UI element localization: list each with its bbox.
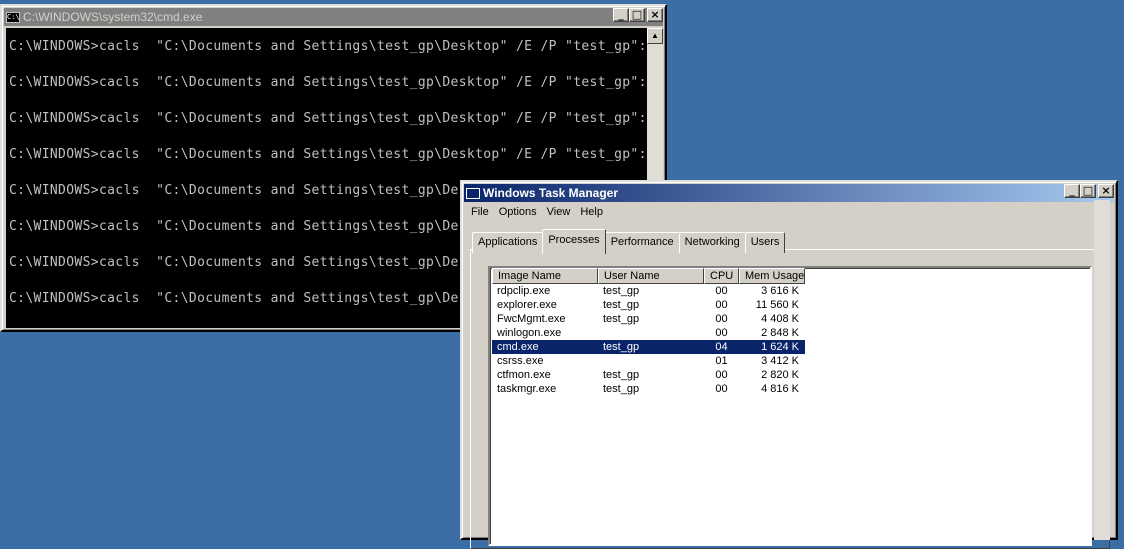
process-cpu: 00 xyxy=(715,313,728,325)
table-row[interactable]: rdpclip.exe test_gp 00 3 616 K xyxy=(492,284,805,298)
process-mem-usage: 2 820 K xyxy=(761,369,799,381)
tab-processes[interactable]: Processes xyxy=(542,229,606,254)
console-line: C:\WINDOWS>cacls "C:\Documents and Setti… xyxy=(9,219,476,234)
menu-file[interactable]: File xyxy=(466,205,494,223)
process-mem-usage: 3 412 K xyxy=(761,355,799,367)
tab-performance[interactable]: Performance xyxy=(604,232,680,253)
tab-applications[interactable]: Applications xyxy=(472,232,544,253)
table-row[interactable]: taskmgr.exe test_gp 00 4 816 K xyxy=(492,382,805,396)
cmd-titlebar[interactable]: C:\ C:\WINDOWS\system32\cmd.exe xyxy=(4,8,663,26)
process-user-name: test_gp xyxy=(603,369,640,381)
cmd-title: C:\WINDOWS\system32\cmd.exe xyxy=(23,10,203,24)
process-image-name: csrss.exe xyxy=(497,355,544,367)
process-list[interactable]: Image Name User Name CPU Mem Usage rdpcl… xyxy=(488,266,1092,546)
close-button[interactable]: × xyxy=(1098,184,1114,198)
process-cpu: 00 xyxy=(715,299,728,311)
process-image-name: taskmgr.exe xyxy=(497,383,557,395)
process-mem-usage: 11 560 K xyxy=(755,299,799,311)
menu-bar: File Options View Help xyxy=(466,205,608,223)
process-mem-usage: 3 616 K xyxy=(761,285,799,297)
process-user-name: test_gp xyxy=(603,341,640,353)
process-user-name: test_gp xyxy=(603,313,640,325)
console-line: C:\WINDOWS>cacls "C:\Documents and Setti… xyxy=(9,75,647,90)
process-mem-usage: 4 816 K xyxy=(761,383,799,395)
process-cpu: 01 xyxy=(715,355,728,367)
console-line: C:\WINDOWS>cacls "C:\Documents and Setti… xyxy=(9,111,647,126)
process-cpu: 00 xyxy=(715,285,728,297)
process-image-name: winlogon.exe xyxy=(497,327,562,339)
process-user-name xyxy=(598,326,704,340)
process-user-name: test_gp xyxy=(603,285,640,297)
console-line: C:\WINDOWS>cacls "C:\Documents and Setti… xyxy=(9,183,476,198)
process-user-name: test_gp xyxy=(603,383,640,395)
process-mem-usage: 4 408 K xyxy=(761,313,799,325)
tab-users[interactable]: Users xyxy=(744,232,786,253)
console-line: C:\WINDOWS>cacls "C:\Documents and Setti… xyxy=(9,39,647,54)
process-list-header: Image Name User Name CPU Mem Usage xyxy=(492,268,805,284)
task-manager-window[interactable]: Windows Task Manager _ □ × File Options … xyxy=(460,180,1118,549)
process-image-name: rdpclip.exe xyxy=(497,285,551,297)
process-cpu: 00 xyxy=(715,383,728,395)
menu-help[interactable]: Help xyxy=(575,205,608,223)
column-cpu[interactable]: CPU xyxy=(704,268,739,284)
console-line: C:\WINDOWS>cacls "C:\Documents and Setti… xyxy=(9,291,476,306)
table-row[interactable]: winlogon.exe 00 2 848 K xyxy=(492,326,805,340)
column-user-name[interactable]: User Name xyxy=(598,268,704,284)
table-row[interactable]: ctfmon.exe test_gp 00 2 820 K xyxy=(492,368,805,382)
process-cpu: 00 xyxy=(715,327,728,339)
process-cpu: 04 xyxy=(715,341,728,353)
tab-strip: Applications Processes Performance Netwo… xyxy=(472,229,786,254)
table-row[interactable]: csrss.exe 01 3 412 K xyxy=(492,354,805,368)
process-mem-usage: 1 624 K xyxy=(761,341,799,353)
taskmgr-scrollbar[interactable] xyxy=(1094,200,1110,540)
console-line: C:\WINDOWS>cacls "C:\Documents and Setti… xyxy=(9,255,476,270)
process-mem-usage: 2 848 K xyxy=(761,327,799,339)
table-row[interactable]: FwcMgmt.exe test_gp 00 4 408 K xyxy=(492,312,805,326)
tab-networking[interactable]: Networking xyxy=(678,232,746,253)
console-icon: C:\ xyxy=(6,11,20,23)
taskmgr-icon xyxy=(466,187,480,199)
process-image-name: ctfmon.exe xyxy=(497,369,551,381)
taskmgr-titlebar[interactable]: Windows Task Manager xyxy=(464,184,1114,202)
process-image-name: FwcMgmt.exe xyxy=(497,313,566,325)
scroll-up-arrow-icon[interactable]: ▲ xyxy=(647,28,663,44)
process-image-name: explorer.exe xyxy=(497,299,557,311)
minimize-button[interactable]: _ xyxy=(1064,184,1080,198)
maximize-button[interactable]: □ xyxy=(1080,184,1096,198)
column-mem-usage[interactable]: Mem Usage xyxy=(739,268,805,284)
table-row[interactable]: cmd.exe test_gp 04 1 624 K xyxy=(492,340,805,354)
process-cpu: 00 xyxy=(715,369,728,381)
taskmgr-title: Windows Task Manager xyxy=(483,186,619,200)
table-row[interactable]: explorer.exe test_gp 00 11 560 K xyxy=(492,298,805,312)
process-user-name xyxy=(598,354,704,368)
menu-view[interactable]: View xyxy=(542,205,576,223)
minimize-button[interactable]: _ xyxy=(613,8,629,22)
console-line: C:\WINDOWS>cacls "C:\Documents and Setti… xyxy=(9,147,647,162)
maximize-button[interactable]: □ xyxy=(629,8,645,22)
close-button[interactable]: × xyxy=(647,8,663,22)
menu-options[interactable]: Options xyxy=(494,205,542,223)
column-image-name[interactable]: Image Name xyxy=(492,268,598,284)
process-image-name: cmd.exe xyxy=(497,341,539,353)
process-user-name: test_gp xyxy=(603,299,640,311)
